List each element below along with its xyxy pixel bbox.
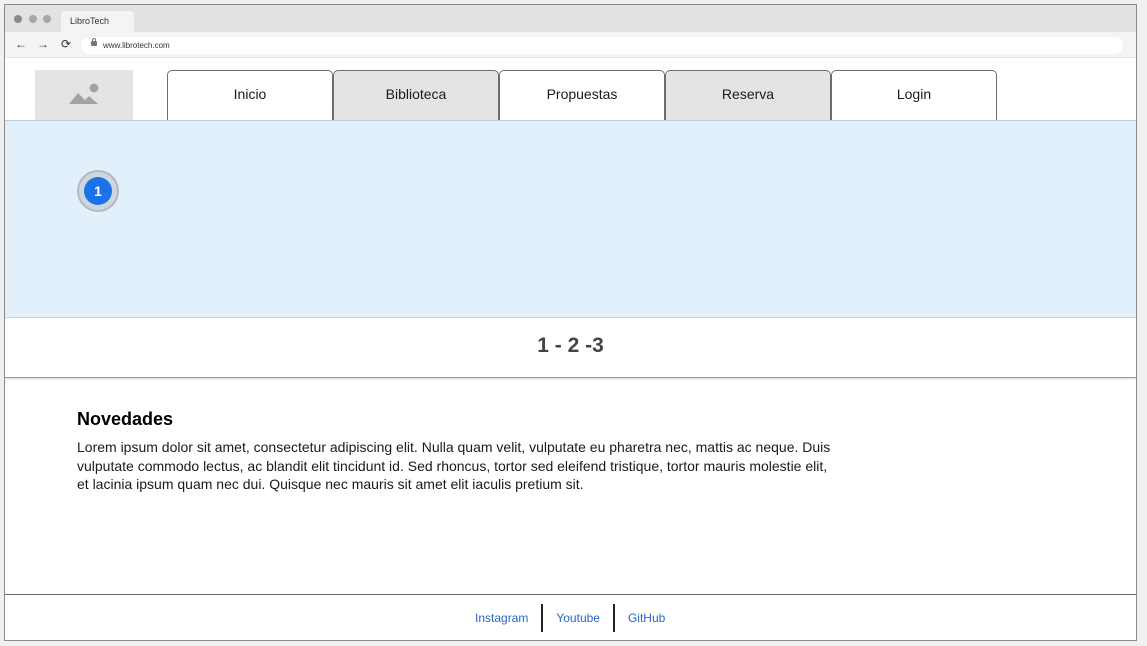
news-line: et lacinia ipsum quam nec dui. Quisque n… xyxy=(77,476,584,492)
logo[interactable] xyxy=(35,70,133,120)
image-placeholder-icon xyxy=(69,83,99,104)
instagram-link[interactable]: Instagram xyxy=(470,604,533,632)
youtube-link[interactable]: Youtube xyxy=(551,604,605,632)
tab-bar: LibroTech xyxy=(5,5,1136,32)
browser-tab[interactable]: LibroTech xyxy=(61,11,134,32)
news-body: Lorem ipsum dolor sit amet, consectetur … xyxy=(77,438,852,494)
nav-login[interactable]: Login xyxy=(831,70,997,120)
browser-window: LibroTech ← → ⟳ www.librotech.com Inicio… xyxy=(4,4,1137,641)
nav-propuestas[interactable]: Propuestas xyxy=(499,70,665,120)
carousel-pager[interactable]: 1 - 2 -3 xyxy=(5,318,1136,378)
window-maximize-dot[interactable] xyxy=(43,15,51,23)
page-content: Inicio Biblioteca Propuestas Reserva Log… xyxy=(5,58,1136,640)
window-close-dot[interactable] xyxy=(14,15,22,23)
url-field[interactable]: www.librotech.com xyxy=(81,37,1123,54)
carousel[interactable]: 1 xyxy=(5,120,1136,318)
nav-biblioteca[interactable]: Biblioteca xyxy=(333,70,499,120)
reload-icon[interactable]: ⟳ xyxy=(59,37,73,51)
social-links: Instagram Youtube GitHub xyxy=(470,604,670,632)
slide-number: 1 xyxy=(84,177,112,205)
window-minimize-dot[interactable] xyxy=(29,15,37,23)
lock-icon xyxy=(91,38,97,46)
back-arrow-icon[interactable]: ← xyxy=(14,37,28,51)
url-text: www.librotech.com xyxy=(103,41,170,50)
nav-reserva[interactable]: Reserva xyxy=(665,70,831,120)
main-nav: Inicio Biblioteca Propuestas Reserva Log… xyxy=(167,70,997,120)
link-divider xyxy=(541,604,544,632)
link-divider xyxy=(612,604,615,632)
nav-inicio[interactable]: Inicio xyxy=(167,70,333,120)
address-bar: ← → ⟳ www.librotech.com xyxy=(5,32,1136,58)
footer: Instagram Youtube GitHub xyxy=(5,594,1136,640)
news-line: vulputate commodo lectus, ac blandit eli… xyxy=(77,457,828,474)
slide-number-badge: 1 xyxy=(77,170,119,212)
news-title: Novedades xyxy=(77,409,174,429)
news-line: Lorem ipsum dolor sit amet, consectetur … xyxy=(77,439,831,455)
forward-arrow-icon[interactable]: → xyxy=(36,37,50,51)
github-link[interactable]: GitHub xyxy=(623,604,670,632)
